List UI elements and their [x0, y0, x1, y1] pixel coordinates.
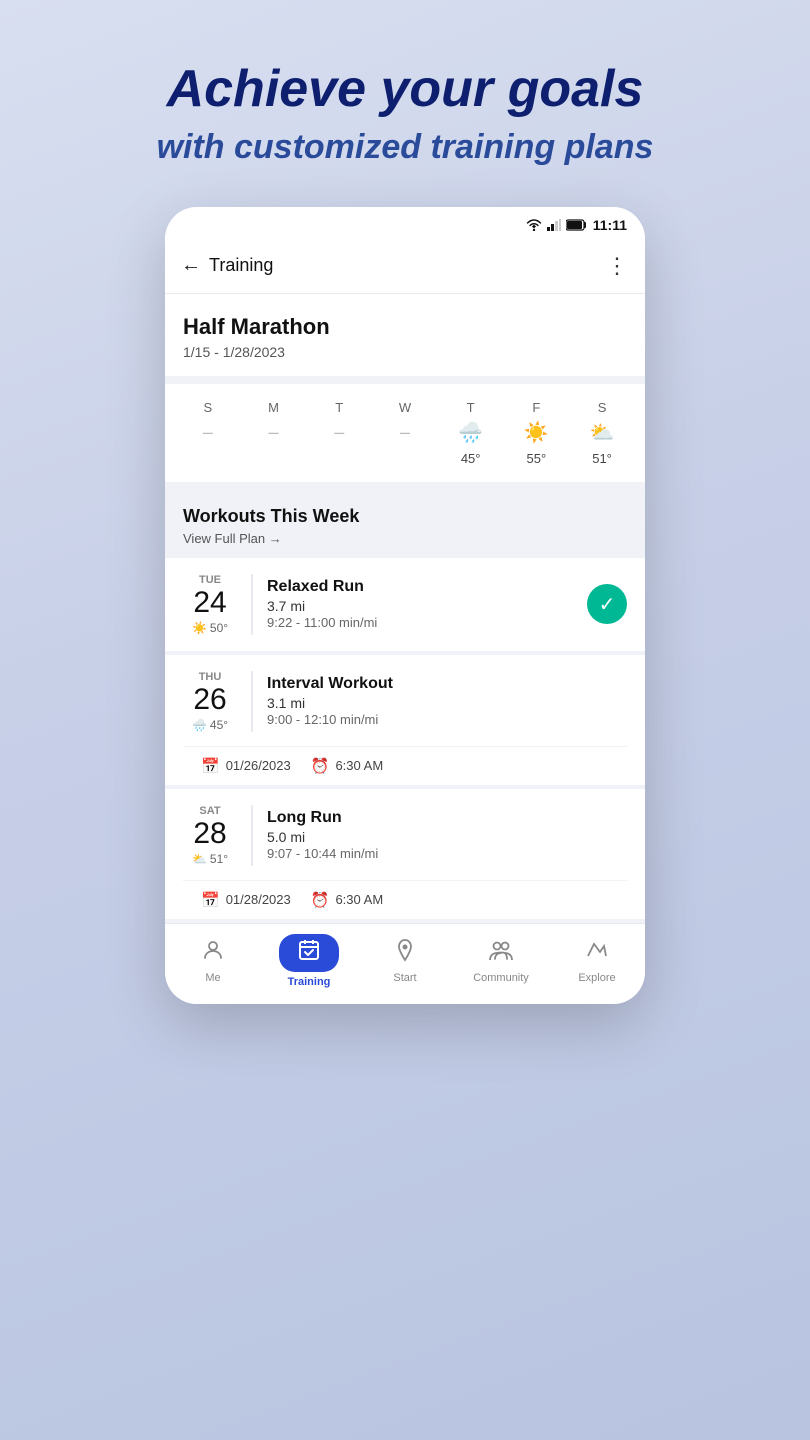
nav-item-start[interactable]: Start — [370, 938, 440, 984]
schedule-row-sat: 📅 01/28/2023 ⏰ 6:30 AM — [183, 880, 627, 919]
nav-item-me[interactable]: Me — [178, 938, 248, 984]
schedule-time-thu: ⏰ 6:30 AM — [311, 757, 383, 775]
status-icons: 11:11 — [526, 217, 627, 233]
status-bar: 11:11 — [165, 207, 645, 243]
day-col-sun: S – — [180, 400, 236, 466]
schedule-time-sat: ⏰ 6:30 AM — [311, 891, 383, 909]
nav-left: ← Training — [181, 254, 273, 277]
rain-icon-thu: 🌧️ — [192, 718, 207, 732]
day-col-sat: S ⛅ 51° — [574, 400, 630, 466]
workout-card-tue[interactable]: TUE 24 ☀️ 50° Relaxed Run 3.7 mi 9:22 - … — [165, 558, 645, 651]
workout-date-sat: SAT 28 ⛅ 51° — [183, 805, 253, 866]
workout-info-tue: Relaxed Run 3.7 mi 9:22 - 11:00 min/mi — [267, 578, 587, 630]
plan-header: Half Marathon 1/15 - 1/28/2023 — [165, 294, 645, 376]
wifi-icon — [526, 219, 542, 231]
explore-icon — [585, 938, 609, 968]
plan-name: Half Marathon — [183, 314, 627, 340]
alarm-icon-sat: ⏰ — [311, 891, 330, 909]
workout-date-tue: TUE 24 ☀️ 50° — [183, 574, 253, 635]
week-days: S – M – T – W – T 🌧️ — [175, 400, 635, 466]
plan-dates: 1/15 - 1/28/2023 — [183, 344, 627, 360]
battery-icon — [566, 219, 588, 231]
schedule-date-sat: 📅 01/28/2023 — [201, 891, 291, 909]
bottom-nav: Me Training — [165, 923, 645, 1004]
view-full-plan-link[interactable]: View Full Plan → — [183, 531, 627, 546]
day-col-mon: M – — [246, 400, 302, 466]
phone-frame: 11:11 ← Training ⋮ Half Marathon 1/15 - … — [165, 207, 645, 1004]
schedule-row-thu: 📅 01/26/2023 ⏰ 6:30 AM — [183, 746, 627, 785]
community-icon — [487, 938, 515, 968]
workout-card-thu[interactable]: THU 26 🌧️ 45° Interval Workout 3.1 mi 9:… — [165, 655, 645, 785]
hero-title: Achieve your goals — [127, 60, 684, 120]
nav-item-explore[interactable]: Explore — [562, 938, 632, 984]
nav-item-training[interactable]: Training — [274, 934, 344, 988]
calendar-icon-sat: 📅 — [201, 891, 220, 909]
day-col-tue: T – — [311, 400, 367, 466]
cloud-icon-sat: ⛅ — [192, 852, 207, 866]
workout-date-thu: THU 26 🌧️ 45° — [183, 671, 253, 732]
sun-icon: ☀️ — [192, 621, 207, 635]
status-time: 11:11 — [593, 217, 627, 233]
workouts-title: Workouts This Week — [183, 506, 627, 527]
more-button[interactable]: ⋮ — [606, 253, 629, 279]
nav-item-community[interactable]: Community — [466, 938, 536, 984]
schedule-date-thu: 📅 01/26/2023 — [201, 757, 291, 775]
workout-complete-badge: ✓ — [587, 584, 627, 624]
top-nav: ← Training ⋮ — [165, 243, 645, 294]
day-col-fri: F ☀️ 55° — [508, 400, 564, 466]
calendar-icon: 📅 — [201, 757, 220, 775]
week-section: S – M – T – W – T 🌧️ — [165, 384, 645, 482]
training-icon — [297, 938, 321, 968]
page-title: Training — [209, 255, 273, 276]
workout-info-sat: Long Run 5.0 mi 9:07 - 10:44 min/mi — [267, 809, 627, 861]
workouts-header: Workouts This Week View Full Plan → — [165, 490, 645, 554]
day-col-wed: W – — [377, 400, 433, 466]
workout-info-thu: Interval Workout 3.1 mi 9:00 - 12:10 min… — [267, 675, 627, 727]
start-icon — [393, 938, 417, 968]
day-col-thu: T 🌧️ 45° — [443, 400, 499, 466]
signal-icon — [547, 219, 561, 231]
alarm-icon-thu: ⏰ — [311, 757, 330, 775]
hero-subtitle: with customized training plans — [127, 128, 684, 167]
me-icon — [201, 938, 225, 968]
workout-card-sat[interactable]: SAT 28 ⛅ 51° Long Run 5.0 mi 9:07 - 10:4… — [165, 789, 645, 919]
back-button[interactable]: ← — [181, 254, 201, 277]
